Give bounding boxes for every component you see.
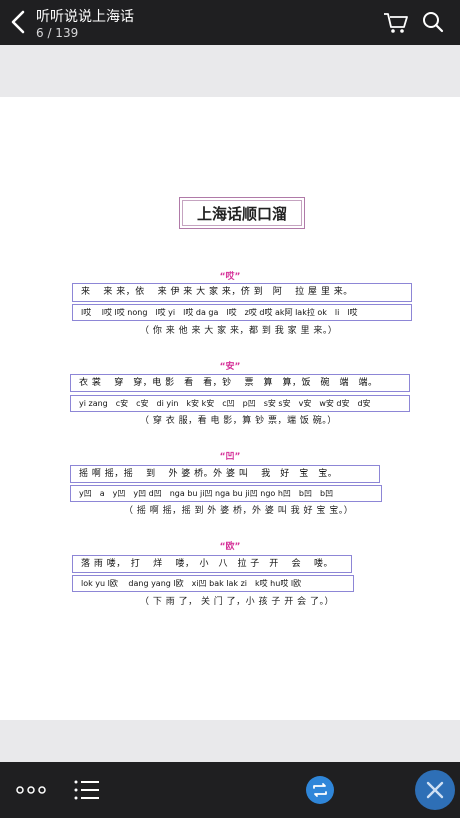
loop-icon[interactable]: [306, 776, 334, 804]
cart-icon[interactable]: [383, 12, 409, 34]
page-indicator: 6 / 139: [36, 26, 79, 40]
translation-line: （ 穿 衣 服，看 电 影，算 钞 票，端 饭 碗。）: [140, 416, 337, 426]
pinyin-line: y凹 a y凹 y凹 d凹 nga bu ji凹 nga bu ji凹 ngo …: [70, 485, 382, 502]
pinyin-line: lok yu l欧 dang yang l欧 xi凹 bak lak zi k哎…: [72, 575, 354, 592]
hanzi-line: 摇 啊 摇，摇 到 外 婆 桥。外 婆 叫 我 好 宝 宝。: [70, 465, 380, 483]
hanzi-line: 来 来 来，依 来 伊 来 大 家 来，侪 到 阿 拉 屋 里 来。: [72, 283, 412, 302]
close-icon[interactable]: [415, 770, 455, 810]
more-dots-icon[interactable]: [16, 780, 46, 800]
section-heading: “哎”: [219, 272, 241, 282]
translation-line: （ 下 雨 了， 关 门 了，小 孩 子 开 会 了。）: [140, 597, 334, 607]
top-bar: 听听说说上海话 6 / 139: [0, 0, 460, 45]
section-heading: “欧”: [219, 542, 241, 552]
hanzi-line: 衣 裳 穿 穿，电 影 看 看，钞 票 算 算，饭 碗 端 端。: [70, 374, 410, 392]
list-icon[interactable]: [74, 778, 100, 802]
bottom-bar: [0, 762, 460, 818]
translation-line: （ 你 来 他 来 大 家 来，都 到 我 家 里 来。）: [140, 326, 338, 336]
pinyin-line: yi zang c安 c安 di yin k安 k安 c凹 p凹 s安 s安 v…: [70, 395, 410, 412]
section-heading: “凹”: [219, 452, 241, 462]
document-page: 上海话顺口溜 “哎” 来 来 来，依 来 伊 来 大 家 来，侪 到 阿 拉 屋…: [0, 97, 460, 720]
book-title: 听听说说上海话: [36, 9, 134, 25]
search-icon[interactable]: [422, 11, 444, 33]
pinyin-line: l哎 l哎 l哎 nong l哎 yi l哎 da ga l哎 z哎 d哎 ak…: [72, 304, 412, 321]
hanzi-line: 落 雨 喽， 打 烊 喽， 小 八 拉 子 开 会 喽。: [72, 555, 352, 573]
section-heading: “安”: [219, 362, 241, 372]
translation-line: （ 摇 啊 摇，摇 到 外 婆 桥，外 婆 叫 我 好 宝 宝。）: [124, 506, 354, 516]
document-title: 上海话顺口溜: [179, 197, 305, 229]
back-chevron-icon[interactable]: [8, 10, 30, 34]
